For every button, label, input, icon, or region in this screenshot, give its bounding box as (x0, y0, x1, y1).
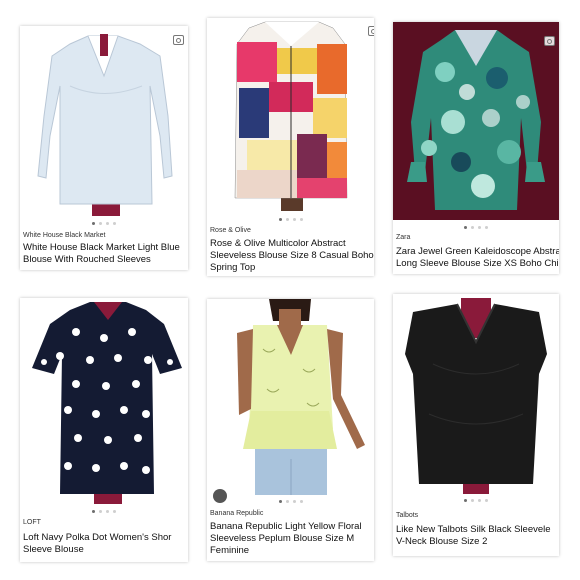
listing-card[interactable]: Banana Republic Banana Republic Light Ye… (207, 299, 374, 561)
listing-title-line: Rose & Olive Multicolor Abstract (210, 238, 346, 249)
listing-title[interactable]: Loft Navy Polka Dot Women's Shor Sleeve … (23, 532, 188, 556)
product-image[interactable] (20, 298, 188, 504)
product-image[interactable] (393, 294, 559, 494)
listing-title-line: White House Black Market Light Blue (23, 242, 180, 253)
image-carousel-dots[interactable] (393, 499, 559, 502)
listing-title[interactable]: White House Black Market Light Blue Blou… (23, 242, 188, 266)
listing-card[interactable]: Rose & Olive Rose & Olive Multicolor Abs… (207, 18, 374, 276)
listing-title-line: Blouse With Rouched Sleeves (23, 254, 151, 265)
brand-label: Banana Republic (210, 510, 264, 517)
listing-title-line: Sleeve Blouse (23, 544, 84, 555)
brand-label: Talbots (396, 512, 419, 519)
listing-title-line: V-Neck Blouse Size 2 (396, 536, 488, 547)
image-carousel-dots[interactable] (20, 222, 188, 225)
listing-card[interactable]: LOFT Loft Navy Polka Dot Women's Shor Sl… (20, 298, 188, 562)
listing-title-line: Banana Republic Light Yellow Floral (210, 521, 362, 532)
image-carousel-dots[interactable] (393, 226, 559, 229)
product-image[interactable] (393, 22, 559, 220)
listing-card[interactable]: Talbots Like New Talbots Silk Black Slee… (393, 294, 559, 556)
brand-label: Zara (396, 234, 411, 241)
save-icon[interactable] (173, 35, 184, 45)
listing-card[interactable]: White House Black Market White House Bla… (20, 26, 188, 270)
save-icon[interactable] (368, 26, 374, 36)
save-icon[interactable] (544, 36, 555, 46)
product-image[interactable] (207, 18, 374, 211)
listing-title[interactable]: Banana Republic Light Yellow Floral Slee… (210, 521, 374, 557)
listing-title-line: Feminine (210, 545, 250, 556)
brand-label: Rose & Olive (210, 227, 251, 234)
image-carousel-dots[interactable] (20, 510, 188, 513)
listing-title-line: Sleeveless Blouse Size 8 Casual Boho (210, 250, 374, 261)
listing-title-line: Sleeveless Peplum Blouse Size M (210, 533, 355, 544)
listing-title[interactable]: Zara Jewel Green Kaleidoscope Abstra Lon… (396, 246, 559, 270)
listing-card[interactable]: Zara Zara Jewel Green Kaleidoscope Abstr… (393, 22, 559, 274)
product-image[interactable] (20, 26, 188, 216)
brand-label: White House Black Market (23, 232, 106, 239)
listing-title[interactable]: Like New Talbots Silk Black Sleevele V-N… (396, 524, 559, 548)
listing-title[interactable]: Rose & Olive Multicolor Abstract Sleevel… (210, 238, 374, 274)
image-carousel-dots[interactable] (207, 218, 374, 221)
listing-title-line: Zara Jewel Green Kaleidoscope Abstra (396, 246, 559, 257)
image-carousel-dots[interactable] (207, 500, 374, 503)
product-image[interactable] (207, 299, 374, 495)
listing-grid: White House Black Market White House Bla… (0, 0, 580, 580)
listing-title-line: Spring Top (210, 262, 256, 273)
listing-title-line: Loft Navy Polka Dot Women's Shor (23, 532, 172, 543)
listing-title-line: Like New Talbots Silk Black Sleevele (396, 524, 551, 535)
listing-title-line: Long Sleeve Blouse Size XS Boho Chic (396, 258, 559, 269)
brand-label: LOFT (23, 519, 41, 526)
